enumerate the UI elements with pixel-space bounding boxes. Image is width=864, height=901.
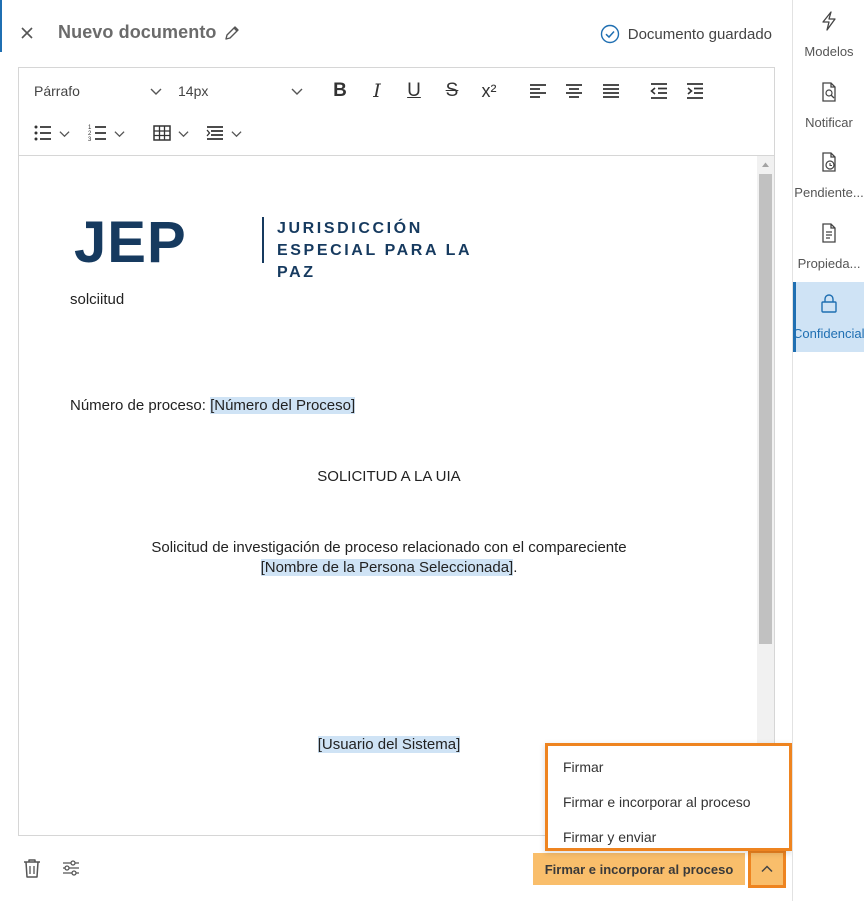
menu-item-sign-incorporate[interactable]: Firmar e incorporar al proceso xyxy=(563,794,751,810)
menu-item-sign[interactable]: Firmar xyxy=(563,759,603,775)
logo-divider xyxy=(262,217,264,263)
numbered-list-icon: 123 xyxy=(88,125,106,143)
saved-status-text: Documento guardado xyxy=(627,25,772,43)
sidebar-item-notify[interactable]: Notificar xyxy=(793,71,864,141)
paragraph-style-select[interactable]: Párrafo xyxy=(34,80,162,102)
body-line-2: [Nombre de la Persona Seleccionada]. xyxy=(19,559,759,576)
editor-header: Nuevo documento Documento guardado xyxy=(0,0,792,68)
list-format-icon xyxy=(206,126,223,140)
pending-doc-icon xyxy=(822,152,836,172)
sidebar-item-models[interactable]: Modelos xyxy=(793,0,864,70)
indent-icon xyxy=(687,83,703,99)
rich-text-editor: Párrafo 14px B I U S x² 1 2 3 JEP JURISD… xyxy=(18,67,775,836)
check-circle-icon xyxy=(600,24,619,44)
sign-and-incorporate-button[interactable]: Firmar e incorporar al proceso xyxy=(533,853,745,885)
scroll-up-arrow-icon[interactable] xyxy=(761,160,770,169)
notify-doc-icon xyxy=(822,82,836,102)
saved-status: Documento guardado xyxy=(600,24,772,44)
jep-logo-mark: JEP xyxy=(74,214,187,270)
strikethrough-button[interactable]: S xyxy=(439,78,465,104)
italic-button[interactable]: I xyxy=(364,78,390,104)
chevron-down-icon xyxy=(150,88,162,95)
chevron-down-icon xyxy=(59,130,70,137)
body-line-end: . xyxy=(513,559,518,576)
sidebar-item-label: Propieda... xyxy=(797,256,861,271)
chevron-down-icon xyxy=(178,130,189,137)
logo-tagline-line-1: JURISDICCIÓN xyxy=(277,220,423,237)
bold-button[interactable]: B xyxy=(327,78,353,104)
sidebar-item-pending[interactable]: Pendiente... xyxy=(793,141,864,211)
scrollbar-thumb[interactable] xyxy=(759,174,772,644)
sign-options-toggle-button[interactable] xyxy=(748,850,786,888)
sidebar-item-label: Notificar xyxy=(805,115,853,130)
svg-text:3: 3 xyxy=(88,137,92,143)
lock-icon xyxy=(821,294,837,313)
settings-sliders-icon[interactable] xyxy=(60,857,82,879)
outdent-icon xyxy=(650,83,667,99)
strike-label: S xyxy=(445,80,459,101)
document-title: Nuevo documento xyxy=(58,22,217,42)
underline-button[interactable]: U xyxy=(401,78,427,104)
process-number-line: Número de proceso: [Número del Proceso] xyxy=(70,397,356,414)
font-size-value: 14px xyxy=(178,83,209,99)
sidebar-item-label: Modelos xyxy=(804,44,854,59)
lightning-icon xyxy=(822,11,836,31)
chevron-down-icon xyxy=(291,88,303,95)
logo-tagline-line-2: ESPECIAL PARA LA PAZ xyxy=(277,242,472,281)
outdent-button[interactable] xyxy=(646,78,672,104)
font-size-select[interactable]: 14px xyxy=(178,80,303,102)
superscript-button[interactable]: x² xyxy=(476,78,502,104)
logo-letters: JEP xyxy=(74,214,187,270)
properties-doc-icon xyxy=(822,223,836,243)
underline-label: U xyxy=(407,80,421,101)
jep-logo: JEP JURISDICCIÓN ESPECIAL PARA LA PAZ xyxy=(74,214,494,281)
bullet-list-button[interactable] xyxy=(33,120,73,146)
superscript-label: x² xyxy=(481,80,497,101)
align-center-icon xyxy=(566,84,582,98)
request-line: solciitud xyxy=(70,291,125,308)
document-scrollbar[interactable] xyxy=(757,156,774,835)
numbered-list-button[interactable]: 123 xyxy=(88,120,128,146)
align-justify-icon xyxy=(603,84,619,98)
align-left-button[interactable] xyxy=(525,78,551,104)
bullet-list-icon xyxy=(34,125,51,141)
chevron-down-icon xyxy=(231,130,242,137)
italic-label: I xyxy=(373,80,381,102)
table-button[interactable] xyxy=(152,120,192,146)
sidebar-item-label: Confidencial xyxy=(793,326,864,341)
person-placeholder[interactable]: [Nombre de la Persona Seleccionada] xyxy=(260,559,514,576)
sidebar-item-confidential[interactable]: Confidencial xyxy=(793,282,864,352)
process-number-placeholder[interactable]: [Número del Proceso] xyxy=(210,397,356,414)
align-left-icon xyxy=(530,84,546,98)
close-icon[interactable] xyxy=(16,22,38,44)
indent-button[interactable] xyxy=(682,78,708,104)
process-number-label: Número de proceso: xyxy=(70,397,211,414)
bold-label: B xyxy=(333,80,347,101)
edit-pencil-icon[interactable] xyxy=(223,24,241,42)
sign-options-menu: Firmar Firmar e incorporar al proceso Fi… xyxy=(545,743,792,851)
right-sidebar: Modelos Notificar Pendiente... Propieda.… xyxy=(792,0,864,901)
logo-tagline: JURISDICCIÓN ESPECIAL PARA LA PAZ xyxy=(277,218,494,284)
align-justify-button[interactable] xyxy=(598,78,624,104)
list-format-button[interactable] xyxy=(205,120,245,146)
menu-item-sign-send[interactable]: Firmar y enviar xyxy=(563,829,656,845)
active-indicator xyxy=(793,282,796,352)
sidebar-item-properties[interactable]: Propieda... xyxy=(793,212,864,282)
editor-toolbar: Párrafo 14px B I U S x² 1 2 3 xyxy=(19,68,774,156)
trash-icon[interactable] xyxy=(22,857,42,879)
user-placeholder[interactable]: [Usuario del Sistema] xyxy=(317,736,461,753)
body-line-1: Solicitud de investigación de proceso re… xyxy=(151,539,627,556)
align-center-button[interactable] xyxy=(561,78,587,104)
document-content[interactable]: JEP JURISDICCIÓN ESPECIAL PARA LA PAZ so… xyxy=(19,156,759,835)
table-icon xyxy=(153,125,171,141)
chevron-down-icon xyxy=(114,130,125,137)
document-heading: SOLICITUD A LA UIA xyxy=(317,468,461,485)
paragraph-style-value: Párrafo xyxy=(34,83,80,99)
chevron-up-icon xyxy=(761,865,773,873)
sidebar-item-label: Pendiente... xyxy=(794,185,864,200)
